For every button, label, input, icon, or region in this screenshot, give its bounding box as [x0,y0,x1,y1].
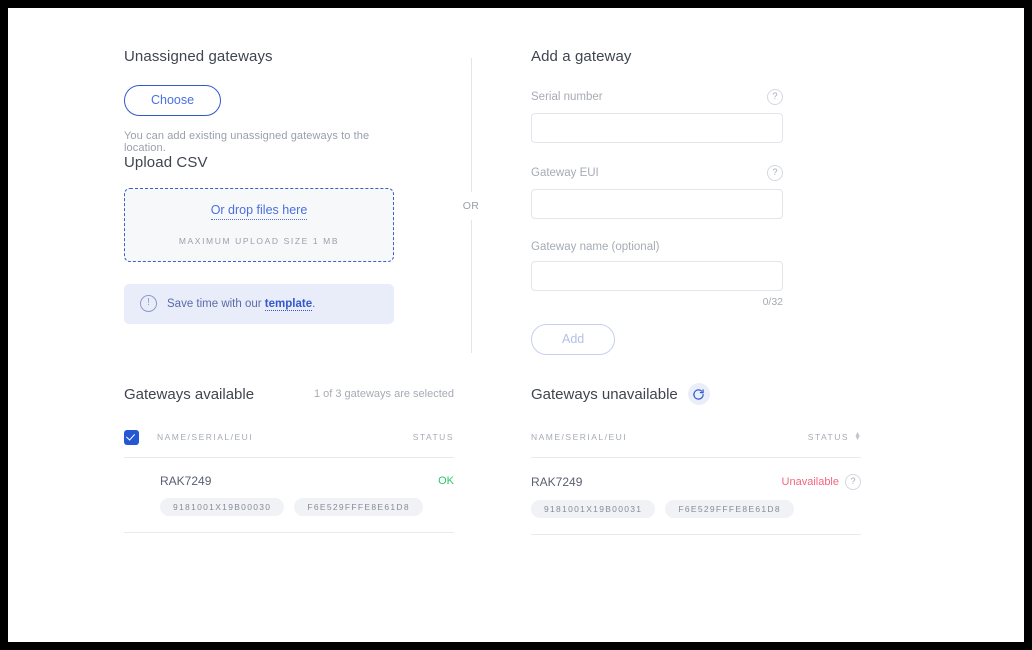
status-wrap: Unavailable ? [782,474,861,490]
available-column-header: NAME/SERIAL/EUI STATUS [124,429,454,458]
gateway-eui-help-icon[interactable]: ? [767,165,783,181]
gateway-name: RAK7249 [531,475,583,489]
available-col-status: STATUS [412,432,454,442]
unassigned-gateways-title: Unassigned gateways [124,48,273,65]
serial-chip: 9181001X19B00030 [160,498,285,516]
info-circle-icon: ! [140,295,157,312]
unavailable-col-status: STATUS [807,432,850,442]
gateway-name-counter: 0/32 [762,296,783,308]
gateways-unavailable-table: Gateways unavailable NAME/SERIAL/EUI STA… [531,383,861,535]
unassigned-gateways-panel: Unassigned gateways Choose You can add e… [124,48,394,324]
serial-number-field: Serial number ? [531,89,783,143]
divider-line-top [470,58,472,192]
upload-csv-title: Upload CSV [124,153,208,171]
top-section: Unassigned gateways Choose You can add e… [8,8,1024,355]
serial-chip: 9181001X19B00031 [531,500,656,518]
table-row[interactable]: RAK7249 OK 9181001X19B00030 F6E529FFFE8E… [124,458,454,533]
unavailable-header: Gateways unavailable [531,383,861,405]
table-row[interactable]: RAK7249 Unavailable ? 9181001X19B00031 F… [531,458,861,535]
gateways-available-table: Gateways available 1 of 3 gateways are s… [124,383,454,533]
row-body: RAK7249 Unavailable ? 9181001X19B00031 F… [531,474,861,518]
status-badge: Unavailable [781,476,839,488]
serial-number-input[interactable] [531,113,783,143]
select-all-checkbox[interactable] [124,429,139,445]
row-checkbox-wrap [124,474,142,516]
unavailable-col-status-wrap[interactable]: STATUS ▲ ▼ [807,431,861,442]
eui-chip: F6E529FFFE8E61D8 [665,500,794,518]
selected-count-label: 1 of 3 gateways are selected [313,388,454,400]
or-label: OR [462,199,480,212]
serial-number-help-icon[interactable]: ? [767,89,783,105]
gateway-name-label: Gateway name (optional) [531,241,660,253]
add-button[interactable]: Add [531,324,616,355]
eui-chip: F6E529FFFE8E61D8 [294,498,423,516]
gateways-unavailable-title-wrap: Gateways unavailable [531,383,710,405]
add-gateway-panel: Add a gateway Serial number ? Gateway EU… [531,48,783,355]
status-help-icon[interactable]: ? [845,474,861,490]
gateway-id-chips: 9181001X19B00030 F6E529FFFE8E61D8 [160,498,454,516]
serial-number-label: Serial number [531,91,603,103]
gateway-name: RAK7249 [160,474,212,488]
max-upload-size-label: MAXIMUM UPLOAD SIZE 1 MB [178,236,340,246]
template-banner: ! Save time with our template. [124,283,394,324]
add-gateway-title: Add a gateway [531,48,632,65]
gateway-eui-input[interactable] [531,189,783,219]
app-frame: Unassigned gateways Choose You can add e… [8,8,1024,642]
status-badge: OK [438,475,454,487]
unavailable-col-name: NAME/SERIAL/EUI [531,432,628,442]
gateway-eui-label: Gateway EUI [531,167,599,179]
sort-down-arrow: ▼ [854,435,861,442]
sort-arrows-icon[interactable]: ▲ ▼ [854,431,861,442]
template-banner-text: Save time with our template. [167,297,316,311]
row-top: RAK7249 OK [160,474,454,488]
drop-files-link[interactable]: Or drop files here [210,203,308,220]
gateway-name-input[interactable] [531,261,783,291]
template-banner-prefix: Save time with our [167,297,265,310]
gateway-name-field: Gateway name (optional) 0/32 [531,241,783,308]
divider-line-bottom [470,219,472,353]
or-divider: OR [463,58,479,353]
available-col-name: NAME/SERIAL/EUI [157,432,254,442]
gateways-available-title: Gateways available [124,385,255,403]
gateway-id-chips: 9181001X19B00031 F6E529FFFE8E61D8 [531,500,861,518]
template-link[interactable]: template [264,297,313,311]
gateway-name-label-row: Gateway name (optional) [531,241,783,253]
unavailable-column-header: NAME/SERIAL/EUI STATUS ▲ ▼ [531,429,861,458]
choose-button[interactable]: Choose [124,85,222,116]
csv-dropzone[interactable]: Or drop files here MAXIMUM UPLOAD SIZE 1… [124,187,394,262]
refresh-icon[interactable] [687,383,710,405]
gateway-eui-label-row: Gateway EUI ? [531,165,783,181]
row-top: RAK7249 Unavailable ? [531,474,861,490]
gateway-setup-page: Unassigned gateways Choose You can add e… [8,8,1024,642]
available-header: Gateways available 1 of 3 gateways are s… [124,383,454,405]
row-body: RAK7249 OK 9181001X19B00030 F6E529FFFE8E… [160,474,454,516]
unassigned-helper-text: You can add existing unassigned gateways… [124,129,370,154]
template-banner-suffix: . [312,297,316,310]
gateways-unavailable-title: Gateways unavailable [531,385,678,403]
available-col-status-wrap: STATUS [413,432,454,442]
serial-number-label-row: Serial number ? [531,89,783,105]
gateway-eui-field: Gateway EUI ? [531,165,783,219]
